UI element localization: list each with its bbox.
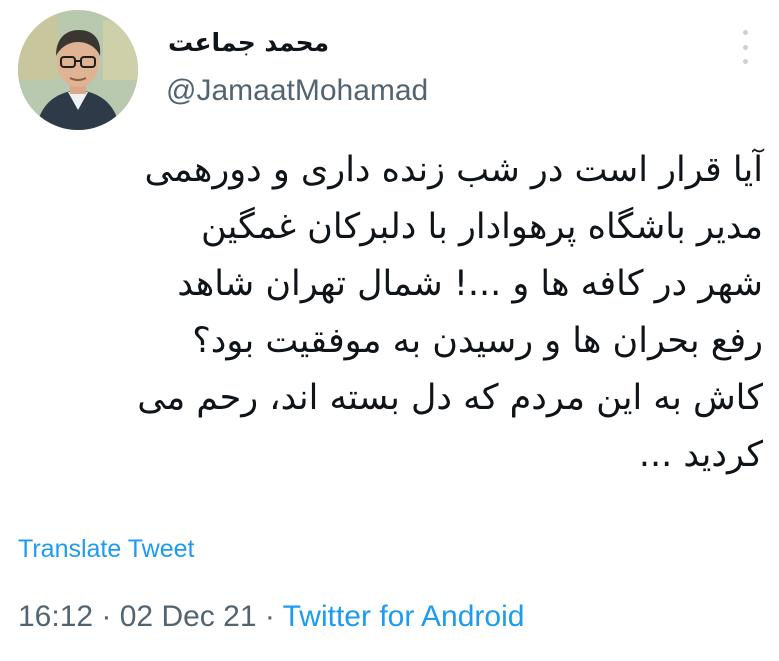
avatar-image: [18, 10, 138, 130]
tweet-text-line: مدیر باشگاه پرهوادار با دلبرکان غمگین: [200, 207, 763, 247]
tweet-text-line: کردید ...: [638, 435, 763, 475]
more-vertical-icon[interactable]: [734, 30, 756, 64]
tweet-text: آیا قرار است در شب زنده داری و دورهمی مد…: [18, 142, 763, 484]
tweet-time[interactable]: 16:12: [18, 600, 93, 633]
translate-tweet-link[interactable]: Translate Tweet: [18, 535, 194, 564]
tweet-text-line: رفع بحران ها و رسیدن به موفقیت بود؟: [192, 321, 763, 361]
tweet-meta: 16:12 · 02 Dec 21 · Twitter for Android: [18, 600, 524, 634]
tweet-card: محمد جماعت @JamaatMohamad آیا قرار است د…: [0, 0, 779, 661]
avatar[interactable]: [18, 10, 138, 130]
tweet-date[interactable]: 02 Dec 21: [120, 600, 257, 633]
tweet-source-link[interactable]: Twitter for Android: [283, 600, 525, 633]
tweet-text-line: شهر در کافه ها و ...! شمال تهران شاهد: [177, 264, 763, 304]
tweet-text-line: کاش به این مردم که دل بسته اند، رحم می: [137, 378, 763, 418]
more-dot: [742, 44, 748, 50]
user-handle[interactable]: @JamaatMohamad: [166, 74, 428, 108]
meta-separator: ·: [93, 600, 120, 633]
more-dot: [742, 30, 748, 35]
display-name[interactable]: محمد جماعت: [168, 28, 329, 57]
tweet-text-line: آیا قرار است در شب زنده داری و دورهمی: [144, 150, 763, 190]
more-dot: [742, 59, 748, 64]
meta-separator: ·: [256, 600, 283, 633]
